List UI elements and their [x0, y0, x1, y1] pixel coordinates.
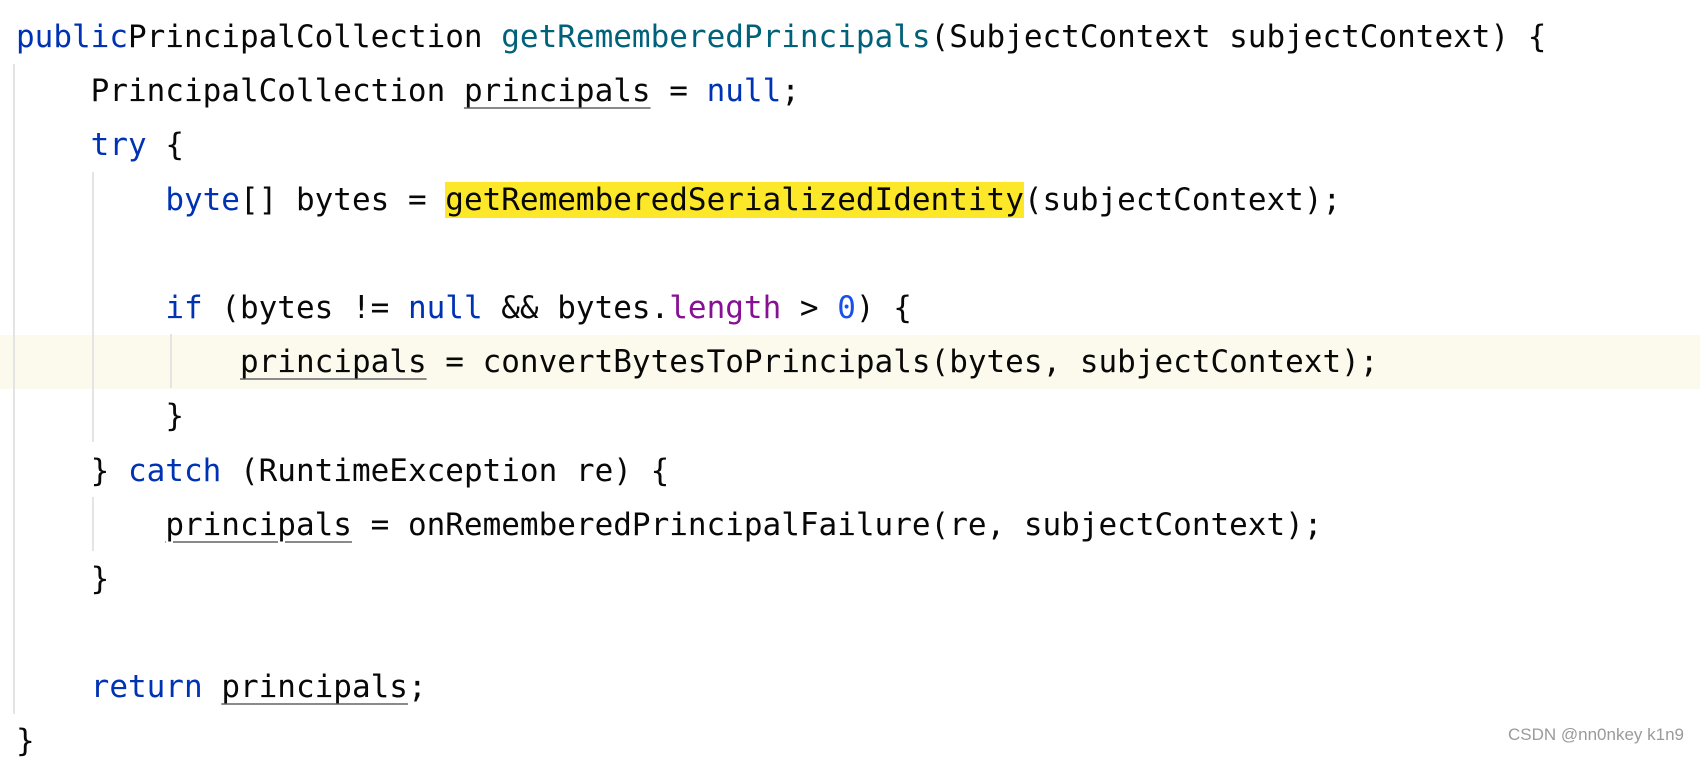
code-token: }	[90, 560, 110, 597]
code-token: }	[90, 452, 128, 489]
indent-guide	[92, 497, 94, 551]
code-token: try	[90, 127, 147, 164]
code-token: public	[16, 19, 128, 55]
code-editor[interactable]: publicPrincipalCollection getRememberedP…	[0, 10, 1700, 769]
code-token: && bytes.	[482, 289, 670, 326]
code-token: if	[165, 289, 203, 326]
code-token: null	[706, 73, 782, 110]
code-token: =	[650, 73, 707, 110]
code-token: }	[16, 723, 35, 760]
code-line[interactable]: PrincipalCollection principals = null;	[0, 64, 1700, 118]
watermark: CSDN @nn0nkey k1n9	[1507, 725, 1684, 744]
code-token: = onRememberedPrincipalFailure(re, subje…	[351, 506, 1323, 543]
code-token: principals	[221, 669, 408, 706]
code-line[interactable]: } catch (RuntimeException re) {	[0, 444, 1700, 498]
code-token: }	[165, 398, 184, 435]
highlighted-identifier: getRememberedSerializedIdentity	[445, 181, 1024, 218]
code-token: (subjectContext);	[1023, 181, 1342, 218]
code-token: catch	[127, 452, 222, 489]
code-token: length	[669, 289, 782, 326]
code-line[interactable]: try {	[0, 118, 1700, 172]
code-token: return	[90, 669, 203, 706]
code-token: = convertBytesToPrincipals(bytes, subjec…	[426, 344, 1379, 381]
code-token: (bytes !=	[202, 289, 408, 326]
code-token: (SubjectContext subjectContext) {	[930, 19, 1547, 55]
indent-guide	[92, 172, 94, 442]
code-token: PrincipalCollection	[90, 73, 464, 110]
code-token: ;	[407, 669, 427, 706]
code-line[interactable]: principals = onRememberedPrincipalFailur…	[0, 498, 1700, 552]
code-token: [] bytes =	[239, 181, 446, 218]
code-token: principals	[165, 506, 352, 543]
code-line[interactable]: return principals;	[0, 660, 1700, 714]
code-token: byte	[165, 181, 240, 218]
code-token: 0	[837, 289, 856, 326]
code-token: (RuntimeException re) {	[221, 452, 670, 489]
code-token: principals	[239, 344, 427, 381]
code-line[interactable]: publicPrincipalCollection getRememberedP…	[0, 10, 1700, 64]
code-token: PrincipalCollection	[127, 19, 502, 55]
indent-guide	[170, 334, 172, 388]
code-line[interactable]: byte[] bytes = getRememberedSerializedId…	[0, 173, 1700, 227]
code-line[interactable]: }	[0, 552, 1700, 606]
code-line-current[interactable]: principals = convertBytesToPrincipals(by…	[0, 335, 1700, 390]
code-token: {	[146, 127, 184, 164]
code-token: >	[781, 289, 838, 326]
code-line[interactable]: }	[0, 389, 1700, 443]
code-line[interactable]: if (bytes != null && bytes.length > 0) {	[0, 281, 1700, 335]
code-token: getRememberedPrincipals	[501, 19, 931, 55]
code-token: ;	[781, 73, 800, 110]
code-token: principals	[463, 73, 651, 110]
indent-guide	[13, 64, 15, 714]
code-line[interactable]	[0, 227, 1700, 281]
code-line[interactable]: }	[0, 714, 1700, 768]
code-token: ) {	[855, 289, 912, 326]
code-line[interactable]	[0, 606, 1700, 660]
code-token: null	[407, 289, 483, 326]
